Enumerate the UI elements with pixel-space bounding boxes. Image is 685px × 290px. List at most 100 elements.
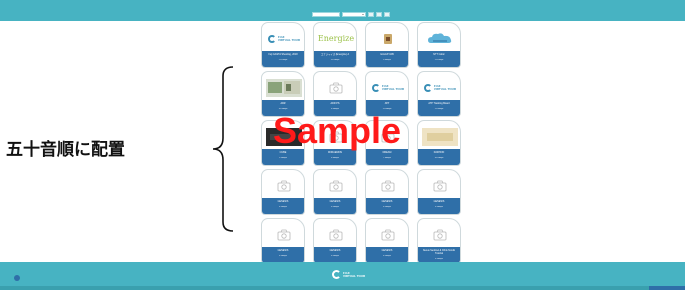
card-title: エナジャイズ (Energize) A — [320, 53, 350, 56]
card-meta: 7.6Mbps — [383, 157, 391, 159]
card-title: GENESIS — [433, 200, 445, 203]
tour-card[interactable]: ADR 10.5Mbps — [261, 71, 305, 117]
search-icon[interactable] — [368, 11, 374, 17]
tour-card[interactable]: GENESIS 6.5Mbps — [313, 218, 357, 264]
tour-card[interactable]: GENESIS 6.5Mbps — [261, 218, 305, 264]
card-thumbnail — [421, 124, 459, 149]
tour-card[interactable]: Nexus Sentinel & Orbis Nordic Tutorial 6.… — [417, 218, 461, 264]
image-placeholder-icon — [433, 180, 447, 191]
card-footer: GENESIS 6.5Mbps — [262, 198, 304, 214]
tour-card[interactable]: GENESIS 6.5Mbps — [365, 218, 409, 264]
card-thumbnail — [369, 26, 407, 51]
card-thumbnail: FUJI VIRTUAL TOUR — [369, 75, 407, 100]
tour-card[interactable]: GENESIS 6.5Mbps — [417, 169, 461, 215]
card-title: GENESIS — [329, 200, 341, 203]
tour-card[interactable]: DORAEMON 8.8Mbps — [313, 120, 357, 166]
card-thumbnail — [421, 222, 459, 247]
tour-card[interactable]: FUJI VIRTUAL TOUR ATP Tracking Board 11.3Mb… — [417, 71, 461, 117]
card-thumbnail — [369, 222, 407, 247]
dark-photo-thumbnail-icon — [266, 127, 302, 146]
footer-logo[interactable]: FUJI VIRTUAL TOUR — [332, 270, 365, 279]
card-footer: ATP 12.0Mbps — [366, 100, 408, 116]
card-footer: ATP Tracking Board 11.3Mbps — [418, 100, 460, 116]
tour-card[interactable]: GALAXY-DB 9.8Mbps — [365, 22, 409, 68]
image-placeholder-icon — [329, 180, 343, 191]
annotation-label: 五十音順に配置 — [6, 140, 125, 159]
card-footer: GENESIS 6.5Mbps — [314, 198, 356, 214]
brand-logo: FUJI VIRTUAL TOUR — [423, 83, 456, 92]
card-thumbnail — [265, 124, 303, 149]
image-placeholder-icon — [277, 180, 291, 191]
card-title: Fuji GASTA Shooting, 2018 — [268, 53, 298, 56]
card-meta: 6.5Mbps — [383, 206, 391, 208]
tour-card[interactable]: DREAM 7.6Mbps — [365, 120, 409, 166]
search-input[interactable] — [312, 11, 340, 17]
tour-card[interactable]: FASHION 10.1Mbps — [417, 120, 461, 166]
grid-view-icon[interactable] — [376, 11, 382, 17]
image-placeholder-icon — [381, 229, 395, 240]
card-thumbnail — [317, 222, 355, 247]
footer-right-button[interactable] — [649, 286, 685, 290]
card-footer: GENESIS 6.5Mbps — [366, 198, 408, 214]
card-thumbnail — [421, 26, 459, 51]
shield-logo-icon — [384, 33, 392, 44]
card-thumbnail — [265, 173, 303, 198]
settings-gear-icon[interactable] — [14, 275, 20, 281]
card-footer: ADR 10.5Mbps — [262, 100, 304, 116]
tour-card[interactable]: GENESIS 6.5Mbps — [261, 169, 305, 215]
card-title: ATP — [384, 102, 390, 105]
card-meta: 11.1Mbps — [278, 59, 288, 61]
card-title: GENESIS — [329, 249, 341, 252]
tour-card[interactable]: CUBE 9.9Mbps — [261, 120, 305, 166]
card-thumbnail — [265, 75, 303, 100]
card-footer: FASHION 10.1Mbps — [418, 149, 460, 165]
card-footer: Fuji GASTA Shooting, 2018 11.1Mbps — [262, 51, 304, 67]
tour-card[interactable]: GENESIS 6.5Mbps — [313, 169, 357, 215]
card-footer: DREAM 7.6Mbps — [366, 149, 408, 165]
card-meta: 12.0Mbps — [382, 108, 392, 110]
tour-card[interactable]: FUJI VIRTUAL TOUR Fuji GASTA Shooting, 201… — [261, 22, 305, 68]
card-meta: 10.5Mbps — [278, 108, 288, 110]
card-footer: CUBE 9.9Mbps — [262, 149, 304, 165]
card-footer: GALAXY-DB 9.8Mbps — [366, 51, 408, 67]
sort-select[interactable] — [342, 11, 366, 17]
card-meta: 9.8Mbps — [383, 59, 391, 61]
card-thumbnail — [317, 75, 355, 100]
image-placeholder-icon — [329, 82, 343, 93]
card-title: DREAM — [382, 151, 392, 154]
image-placeholder-icon — [277, 229, 291, 240]
tour-card[interactable]: ADR PS 8.4Mbps — [313, 71, 357, 117]
footer-bottom-strip — [0, 286, 685, 290]
card-meta: 6.5Mbps — [435, 258, 443, 260]
search-bar — [312, 11, 390, 17]
card-meta: 6.5Mbps — [279, 255, 287, 257]
card-title: ADR — [280, 102, 286, 105]
card-meta: 6.5Mbps — [383, 255, 391, 257]
image-placeholder-icon — [381, 180, 395, 191]
image-placeholder-icon — [329, 229, 343, 240]
tour-card[interactable]: FUJI VIRTUAL TOUR ATP 12.0Mbps — [365, 71, 409, 117]
tour-card[interactable]: GENESIS 6.5Mbps — [365, 169, 409, 215]
top-header-bar — [0, 0, 685, 21]
brand-logo: FUJI VIRTUAL TOUR — [371, 83, 404, 92]
card-thumbnail — [369, 173, 407, 198]
card-footer: GENESIS 6.5Mbps — [366, 247, 408, 263]
card-thumbnail — [317, 173, 355, 198]
card-thumbnail: Energize — [317, 26, 355, 51]
grouping-bracket — [212, 66, 234, 232]
list-view-icon[interactable] — [384, 11, 390, 17]
photo-thumbnail-icon — [266, 78, 302, 97]
card-meta: 6.5Mbps — [331, 206, 339, 208]
tour-card[interactable]: NTT Cubic 11.1Mbps — [417, 22, 461, 68]
card-title: CUBE — [279, 151, 287, 154]
card-title: DORAEMON — [327, 151, 343, 154]
cloud-logo-icon — [428, 32, 452, 43]
tour-card[interactable]: Energize エナジャイズ (Energize) A 15.2Mbps — [313, 22, 357, 68]
card-meta: 11.1Mbps — [434, 59, 444, 61]
card-title: GENESIS — [277, 249, 289, 252]
card-footer: エナジャイズ (Energize) A 15.2Mbps — [314, 51, 356, 67]
card-meta: 8.4Mbps — [331, 108, 339, 110]
image-placeholder-icon — [329, 131, 343, 142]
beige-photo-thumbnail-icon — [422, 127, 458, 146]
image-placeholder-icon — [381, 131, 395, 142]
